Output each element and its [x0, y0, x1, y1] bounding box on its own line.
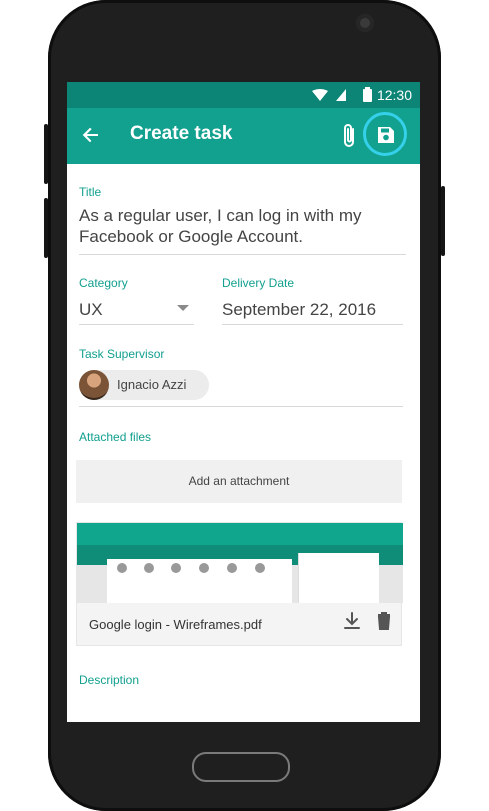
category-label: Category	[79, 276, 128, 290]
home-button[interactable]	[192, 752, 290, 782]
status-time: 12:30	[376, 87, 412, 103]
battery-icon	[363, 87, 372, 102]
avatar	[79, 370, 109, 400]
trash-icon[interactable]	[374, 611, 394, 631]
status-bar: 12:30	[67, 82, 420, 108]
volume-down-button	[44, 198, 48, 258]
chevron-down-icon[interactable]	[177, 304, 189, 312]
thumbnail-step-dot	[227, 563, 237, 573]
attachment-name[interactable]: Google login - Wireframes.pdf	[89, 617, 262, 632]
signal-icon	[336, 89, 346, 101]
power-button	[441, 186, 445, 256]
volume-up-button	[44, 124, 48, 184]
thumbnail-step-dot	[117, 563, 127, 573]
thumbnail-panel	[299, 553, 379, 603]
thumbnail-step-dot	[199, 563, 209, 573]
delivery-date-underline	[222, 324, 403, 325]
app-screen: 12:30 Create task Title As a regular use…	[67, 82, 420, 722]
supervisor-label: Task Supervisor	[79, 347, 165, 361]
delivery-date-field[interactable]: September 22, 2016	[222, 299, 376, 320]
save-button[interactable]	[363, 112, 407, 156]
attached-files-label: Attached files	[79, 430, 152, 444]
description-label: Description	[79, 673, 140, 687]
thumbnail-step-dot	[255, 563, 265, 573]
thumbnail-step-dot	[144, 563, 154, 573]
supervisor-underline	[79, 406, 403, 407]
thumbnail-step-dot	[171, 563, 181, 573]
delivery-date-label: Delivery Date	[222, 276, 295, 290]
wifi-icon	[312, 89, 328, 101]
page-title: Create task	[130, 123, 233, 144]
attachment-card: Google login - Wireframes.pdf	[76, 522, 403, 646]
paperclip-icon[interactable]	[340, 122, 358, 150]
app-bar: Create task	[67, 108, 420, 164]
title-field[interactable]: As a regular user, I can log in with my …	[79, 205, 404, 247]
add-attachment-button[interactable]: Add an attachment	[76, 460, 402, 503]
title-underline	[79, 254, 406, 255]
title-label: Title	[79, 185, 102, 199]
floppy-disk-icon	[378, 127, 394, 143]
category-select[interactable]: UX	[79, 299, 103, 320]
supervisor-name: Ignacio Azzi	[117, 377, 187, 392]
category-underline	[79, 324, 194, 325]
supervisor-chip[interactable]: Ignacio Azzi	[79, 370, 209, 400]
attachment-thumbnail[interactable]	[77, 523, 403, 603]
arrow-left-icon[interactable]	[79, 123, 103, 147]
thumbnail-header	[77, 523, 403, 545]
download-icon[interactable]	[342, 611, 362, 631]
front-camera	[356, 14, 374, 32]
